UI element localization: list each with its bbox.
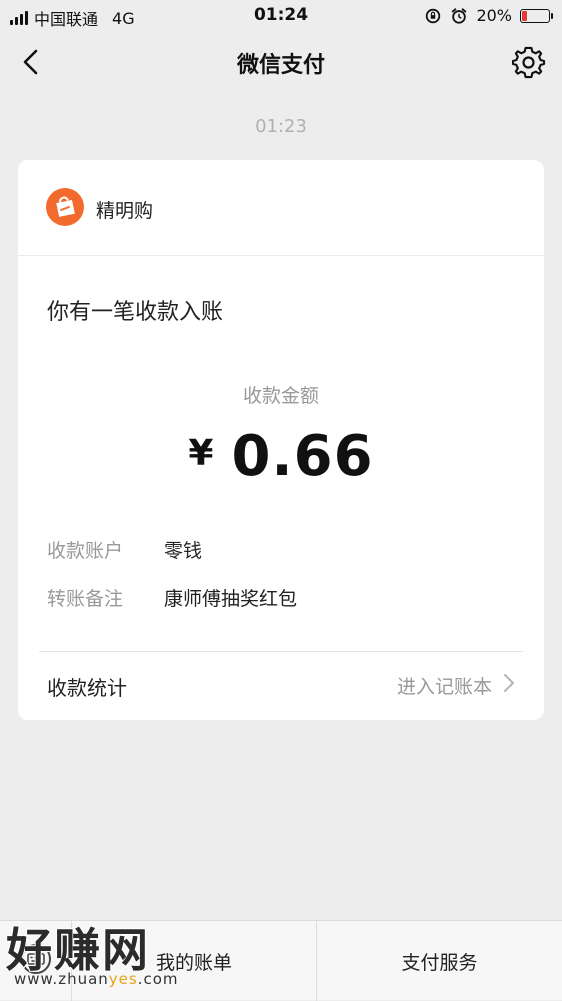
- chevron-left-icon[interactable]: [16, 46, 48, 78]
- nav-bar: 微信支付: [0, 32, 562, 94]
- shopping-bag-icon: [46, 188, 84, 226]
- merchant-name: 精明购: [96, 200, 154, 222]
- amount-label: 收款金额: [242, 385, 319, 407]
- stats-label: 收款统计: [47, 676, 127, 700]
- detail-label: 转账备注: [47, 588, 124, 610]
- currency-symbol: ¥: [188, 433, 214, 474]
- tab-label: 支付服务: [401, 951, 478, 974]
- keyboard-toggle-button[interactable]: [0, 921, 72, 1001]
- status-right: 20%: [424, 6, 553, 25]
- battery-percent: 20%: [476, 6, 512, 25]
- tab-my-bills[interactable]: 我的账单: [72, 921, 317, 1001]
- detail-label: 收款账户: [47, 540, 124, 562]
- ledger-link[interactable]: 进入记账本: [397, 672, 492, 699]
- tab-payment-services[interactable]: 支付服务: [317, 921, 562, 1001]
- chevron-right-icon: [504, 674, 514, 692]
- stats-row[interactable]: 收款统计 进入记账本: [18, 652, 544, 720]
- detail-row-remark: 转账备注 康师傅抽奖红包: [47, 584, 297, 611]
- page-title: 微信支付: [236, 53, 325, 78]
- bottom-bar: 我的账单 支付服务: [0, 920, 562, 1001]
- message-timestamp: 01:23: [255, 116, 307, 137]
- battery-fill: [522, 10, 527, 21]
- alarm-icon: [452, 7, 467, 24]
- detail-value: 康师傅抽奖红包: [164, 588, 298, 610]
- gear-icon[interactable]: [512, 46, 546, 80]
- payment-card: 精明购 你有一笔收款入账 收款金额 ¥0.66 收款账户 零钱 转账备注 康师傅抽奖…: [18, 160, 544, 720]
- tab-label: 我的账单: [155, 951, 232, 974]
- merchant-row[interactable]: 精明购: [18, 160, 544, 256]
- detail-value: 零钱: [164, 540, 203, 562]
- status-bar: 中国联通 4G 01:24 20%: [0, 0, 562, 32]
- battery-icon: [520, 8, 553, 23]
- detail-row-account: 收款账户 零钱: [47, 536, 202, 563]
- notice-title: 你有一笔收款入账: [47, 300, 224, 325]
- keyboard-icon: [21, 944, 51, 974]
- rotation-lock-icon: [426, 8, 441, 23]
- amount-value: 0.66: [231, 424, 374, 489]
- amount-display: ¥0.66: [18, 424, 544, 489]
